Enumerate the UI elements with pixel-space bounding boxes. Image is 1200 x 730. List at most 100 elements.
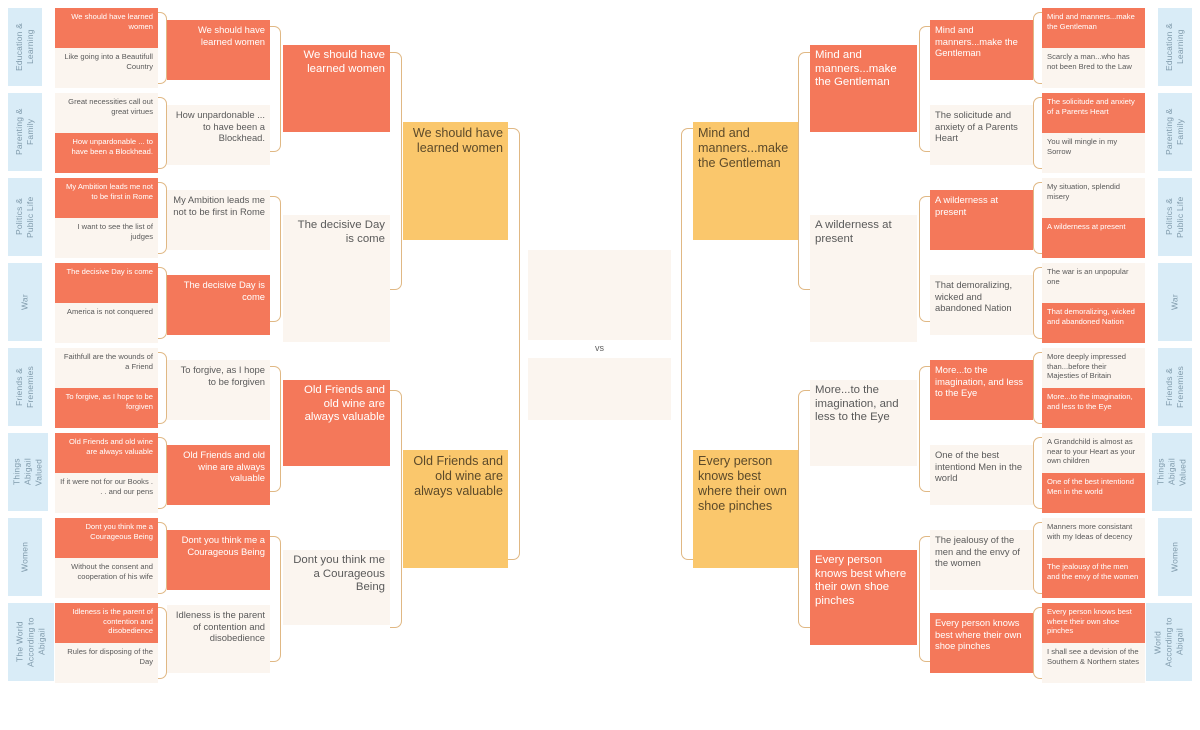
match-slot[interactable]: The war is an unpopular one (1042, 263, 1145, 303)
match-slot[interactable]: If it were not for our Books . . . and o… (55, 473, 158, 513)
match-slot[interactable]: One of the best intentiond Men in the wo… (1042, 473, 1145, 513)
bracket-connector (919, 196, 930, 322)
match-slot[interactable]: More...to the imagination, and less to t… (930, 360, 1033, 420)
bracket-connector (270, 366, 281, 492)
match-slot[interactable]: The decisive Day is come (167, 275, 270, 335)
match-slot[interactable]: Old Friends and old wine are always valu… (167, 445, 270, 505)
bracket-connector (919, 366, 930, 492)
match-slot[interactable]: The jealousy of the men and the envy of … (930, 530, 1033, 590)
final-slot-left[interactable] (528, 250, 671, 340)
category-label-left-parenting: Parenting & Family (8, 93, 42, 171)
match-slot[interactable]: More deeply impressed than...before thei… (1042, 348, 1145, 388)
bracket-connector (158, 12, 167, 84)
match-slot[interactable]: The decisive Day is come (283, 215, 390, 342)
match-slot[interactable]: One of the best intentiond Men in the wo… (930, 445, 1033, 505)
match-slot[interactable]: We should have learned women (167, 20, 270, 80)
match-slot[interactable]: Old Friends and old wine are always valu… (55, 433, 158, 473)
bracket-connector (1033, 12, 1042, 84)
final-slot-right[interactable] (528, 358, 671, 420)
match-slot[interactable]: How unpardonable ... to have been a Bloc… (167, 105, 270, 165)
category-label-right-women: Women (1158, 518, 1192, 596)
match-slot[interactable]: America is not conquered (55, 303, 158, 343)
match-slot[interactable]: I shall see a devision of the Southern &… (1042, 643, 1145, 683)
match-slot[interactable]: Dont you think me a Courageous Being (283, 550, 390, 625)
match-slot[interactable]: Without the consent and cooperation of h… (55, 558, 158, 598)
match-slot[interactable]: That demoralizing, wicked and abandoned … (930, 275, 1033, 335)
category-label-left-things-valued: Things Abigail Valued (8, 433, 48, 511)
match-slot[interactable]: A Grandchild is almost as near to your H… (1042, 433, 1145, 473)
bracket-connector (158, 522, 167, 594)
match-slot[interactable]: The jealousy of the men and the envy of … (1042, 558, 1145, 598)
bracket-connector (798, 390, 810, 628)
match-slot[interactable]: Scarcly a man...who has not been Bred to… (1042, 48, 1145, 88)
match-slot[interactable]: To forgive, as I hope to be forgiven (55, 388, 158, 428)
category-label-right-education: Education & Learning (1158, 8, 1192, 86)
category-label-left-education: Education & Learning (8, 8, 42, 86)
match-slot[interactable]: My situation, splendid misery (1042, 178, 1145, 218)
bracket-connector (270, 196, 281, 322)
bracket-connector (508, 128, 520, 560)
match-slot[interactable]: Mind and manners...make the Gentleman (930, 20, 1033, 80)
match-slot[interactable]: Idleness is the parent of contention and… (55, 603, 158, 643)
bracket-connector (1033, 182, 1042, 254)
match-slot[interactable]: My Ambition leads me not to be first in … (55, 178, 158, 218)
match-slot[interactable]: We should have learned women (403, 122, 508, 240)
category-label-right-politics: Politics & Public Life (1158, 178, 1192, 256)
bracket-connector (1033, 607, 1042, 679)
bracket-connector (390, 52, 402, 290)
bracket-connector (798, 52, 810, 290)
bracket-connector (919, 536, 930, 662)
category-label-right-parenting: Parenting & Family (1158, 93, 1192, 171)
match-slot[interactable]: We should have learned women (283, 45, 390, 132)
match-slot[interactable]: More...to the imagination, and less to t… (810, 380, 917, 466)
match-slot[interactable]: Like going into a Beautifull Country (55, 48, 158, 88)
match-slot[interactable]: More...to the imagination, and less to t… (1042, 388, 1145, 428)
bracket-connector (158, 607, 167, 679)
match-slot[interactable]: Manners more consistant with my Ideas of… (1042, 518, 1145, 558)
bracket-connector (1033, 352, 1042, 424)
match-slot[interactable]: You will mingle in my Sorrow (1042, 133, 1145, 173)
match-slot[interactable]: Great necessities call out great virtues (55, 93, 158, 133)
match-slot[interactable]: To forgive, as I hope to be forgiven (167, 360, 270, 420)
match-slot[interactable]: Old Friends and old wine are always valu… (283, 380, 390, 466)
match-slot[interactable]: A wilderness at present (810, 215, 917, 342)
bracket-connector (1033, 522, 1042, 594)
match-slot[interactable]: Idleness is the parent of contention and… (167, 605, 270, 673)
match-slot[interactable]: Mind and manners...make the Gentleman (1042, 8, 1145, 48)
match-slot[interactable]: Rules for disposing of the Day (55, 643, 158, 683)
match-slot[interactable]: The decisive Day is come (55, 263, 158, 303)
bracket-connector (270, 26, 281, 152)
match-slot[interactable]: How unpardonable ... to have been a Bloc… (55, 133, 158, 173)
match-slot[interactable]: The solicitude and anxiety of a Parents … (930, 105, 1033, 165)
tournament-bracket: Education & Learning Parenting & Family … (0, 0, 1200, 730)
bracket-connector (158, 352, 167, 424)
match-slot[interactable]: A wilderness at present (1042, 218, 1145, 258)
match-slot[interactable]: That demoralizing, wicked and abandoned … (1042, 303, 1145, 343)
category-label-right-world-according: World According to Abigail (1146, 603, 1192, 681)
match-slot[interactable]: I want to see the list of judges (55, 218, 158, 258)
bracket-connector (158, 267, 167, 339)
match-slot[interactable]: We should have learned women (55, 8, 158, 48)
vs-label: vs (595, 343, 604, 353)
bracket-connector (1033, 97, 1042, 169)
bracket-connector (390, 390, 402, 628)
category-label-left-war: War (8, 263, 42, 341)
match-slot[interactable]: Dont you think me a Courageous Being (167, 530, 270, 590)
bracket-connector (1033, 437, 1042, 509)
category-label-left-politics: Politics & Public Life (8, 178, 42, 256)
match-slot[interactable]: Mind and manners...make the Gentleman (810, 45, 917, 132)
match-slot[interactable]: Dont you think me a Courageous Being (55, 518, 158, 558)
match-slot[interactable]: Faithfull are the wounds of a Friend (55, 348, 158, 388)
category-label-left-women: Women (8, 518, 42, 596)
match-slot[interactable]: My Ambition leads me not to be first in … (167, 190, 270, 250)
match-slot[interactable]: Every person knows best where their own … (1042, 603, 1145, 643)
match-slot[interactable]: Mind and manners...make the Gentleman (693, 122, 798, 240)
match-slot[interactable]: Every person knows best where their own … (810, 550, 917, 645)
match-slot[interactable]: Every person knows best where their own … (693, 450, 798, 568)
bracket-connector (1033, 267, 1042, 339)
match-slot[interactable]: The solicitude and anxiety of a Parents … (1042, 93, 1145, 133)
match-slot[interactable]: A wilderness at present (930, 190, 1033, 250)
match-slot[interactable]: Every person knows best where their own … (930, 613, 1033, 673)
match-slot[interactable]: Old Friends and old wine are always valu… (403, 450, 508, 568)
bracket-connector (270, 536, 281, 662)
